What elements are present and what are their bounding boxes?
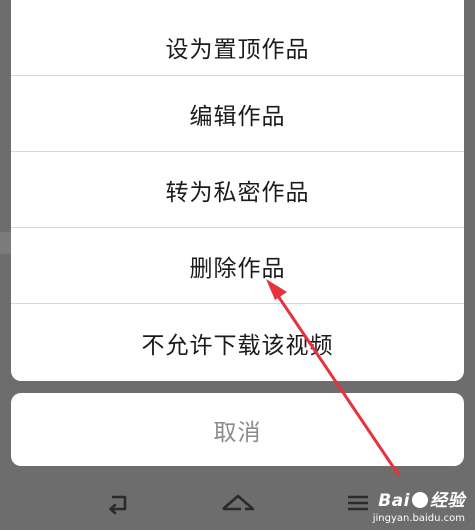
delete-work-option[interactable]: 删除作品 bbox=[11, 228, 464, 304]
disallow-download-option[interactable]: 不允许下载该视频 bbox=[11, 304, 464, 381]
action-sheet: 设为置顶作品 编辑作品 转为私密作品 删除作品 不允许下载该视频 bbox=[11, 0, 464, 381]
edit-work-option[interactable]: 编辑作品 bbox=[11, 76, 464, 152]
baidu-jingyan-watermark: Bai 经验 jingyan.baidu.com bbox=[349, 484, 465, 524]
back-icon[interactable] bbox=[98, 488, 138, 518]
paw-icon bbox=[412, 492, 428, 508]
home-icon[interactable] bbox=[218, 488, 258, 518]
watermark-url: jingyan.baidu.com bbox=[372, 513, 465, 524]
watermark-logo-suffix: 经验 bbox=[430, 491, 465, 511]
cancel-button[interactable]: 取消 bbox=[11, 393, 464, 466]
make-private-option[interactable]: 转为私密作品 bbox=[11, 152, 464, 228]
watermark-logo-prefix: Bai bbox=[378, 491, 410, 511]
watermark-logo: Bai 经验 bbox=[378, 486, 465, 511]
pin-work-option[interactable]: 设为置顶作品 bbox=[11, 0, 464, 76]
